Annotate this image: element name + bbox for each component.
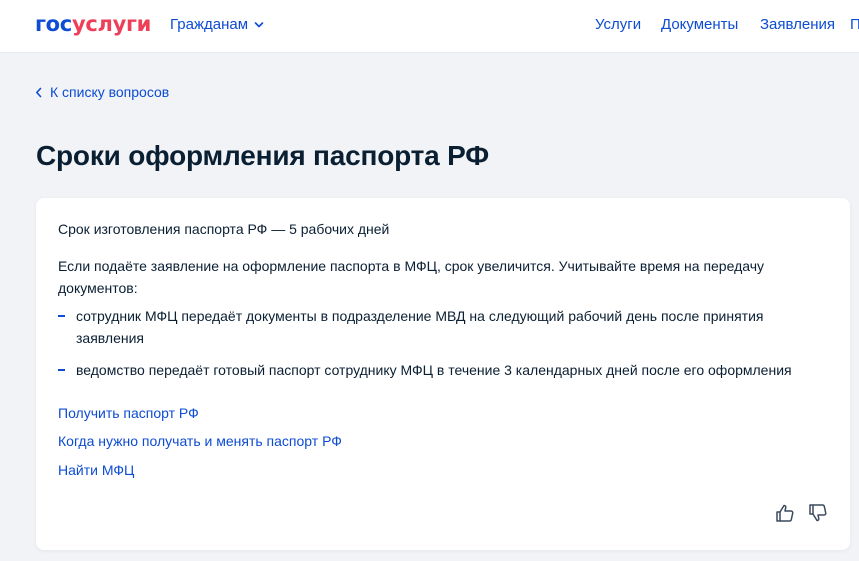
note-text: Если подаёте заявление на оформление пас…: [58, 258, 765, 296]
back-link-label: К списку вопросов: [50, 84, 170, 100]
logo-part-uslugi: услуги: [71, 12, 152, 36]
intro-text: Срок изготовления паспорта РФ — 5 рабочи…: [58, 221, 390, 237]
link-get-passport[interactable]: Получить паспорт РФ: [58, 404, 199, 422]
list-item: ведомство передаёт готовый паспорт сотру…: [58, 359, 828, 381]
logo-part-gos: гос: [35, 12, 72, 36]
nav-services[interactable]: Услуги: [595, 16, 641, 34]
link-when-to-change-passport[interactable]: Когда нужно получать и менять паспорт РФ: [58, 432, 342, 450]
answer-card: Срок изготовления паспорта РФ — 5 рабочи…: [36, 198, 850, 550]
chevron-down-icon: [254, 22, 264, 28]
list-item-text: ведомство передаёт готовый паспорт сотру…: [76, 362, 792, 378]
site-header: госуслуги Гражданам Услуги Документы Зая…: [0, 0, 859, 53]
gosuslugi-logo[interactable]: госуслуги: [35, 11, 151, 37]
audience-label: Гражданам: [170, 16, 249, 33]
thumbs-down-icon[interactable]: [807, 502, 829, 524]
page-title: Сроки оформления паспорта РФ: [36, 140, 489, 171]
list-item-text: сотрудник МФЦ передаёт документы в подра…: [76, 308, 764, 346]
link-find-mfc[interactable]: Найти МФЦ: [58, 461, 134, 479]
list-bullet: [58, 369, 65, 371]
list-item: сотрудник МФЦ передаёт документы в подра…: [58, 305, 828, 349]
nav-truncated[interactable]: П: [850, 16, 859, 34]
chevron-left-icon: [36, 87, 42, 98]
thumbs-up-icon[interactable]: [774, 502, 796, 524]
nav-applications[interactable]: Заявления: [760, 16, 835, 34]
nav-documents[interactable]: Документы: [661, 16, 738, 34]
list-bullet: [58, 315, 65, 317]
back-to-questions-link[interactable]: К списку вопросов: [35, 84, 169, 101]
audience-dropdown[interactable]: Гражданам: [170, 16, 264, 34]
